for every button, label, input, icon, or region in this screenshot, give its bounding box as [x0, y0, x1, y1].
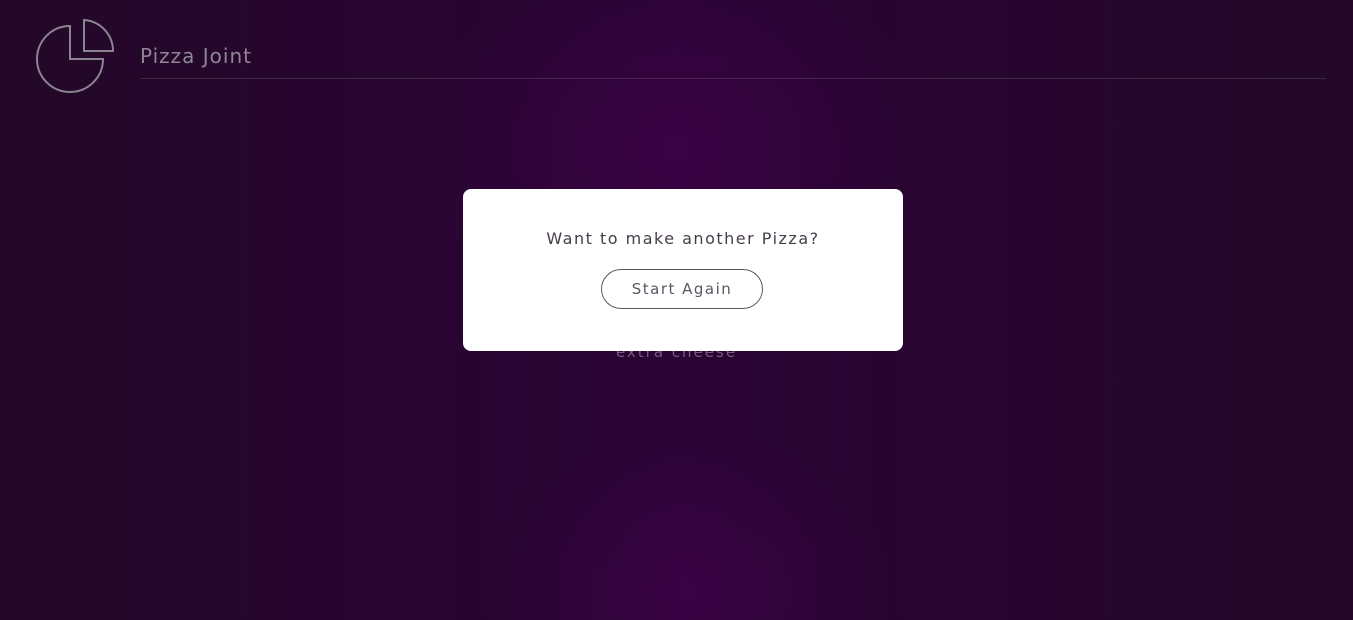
pizza-slice-icon[interactable] — [36, 18, 116, 98]
restart-modal: Want to make another Pizza? Start Again — [463, 189, 903, 351]
brand-title[interactable]: Pizza Joint — [140, 44, 252, 68]
pizza-logo-svg — [36, 18, 115, 93]
header-divider — [140, 78, 1326, 79]
modal-title: Want to make another Pizza? — [546, 229, 820, 248]
start-again-button[interactable]: Start Again — [601, 269, 763, 309]
site-header: Pizza Joint — [0, 0, 1353, 100]
